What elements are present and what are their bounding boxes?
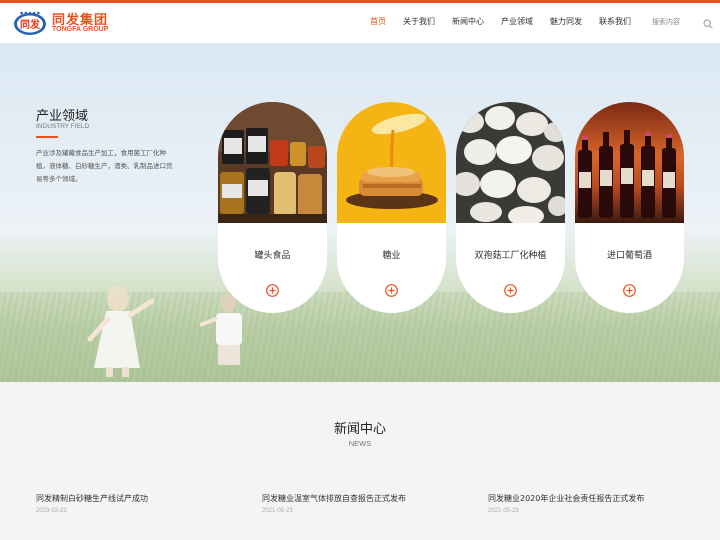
nav-home[interactable]: 首页 bbox=[370, 16, 386, 27]
news-section: 新闻中心 NEWS 同发精制白砂糖生产线试产成功 2023-03-23 同发糖业… bbox=[0, 382, 720, 540]
svg-text:● ● ● ● ●: ● ● ● ● ● bbox=[20, 11, 40, 15]
nav-news[interactable]: 新闻中心 bbox=[452, 16, 484, 27]
logo[interactable]: 同发 ● ● ● ● ● 同发集团 TONGFA GROUP bbox=[12, 9, 122, 39]
honey-pancakes-image bbox=[337, 102, 446, 223]
canned-food-image bbox=[218, 102, 327, 223]
news-item[interactable]: 同发精制白砂糖生产线试产成功 2023-03-23 bbox=[36, 493, 236, 514]
industry-title: 产业领域 bbox=[36, 109, 89, 124]
industry-hero: 产业领域 INDUSTRY FIELD 产业涉及罐藏食品生产加工，食用菌工厂化种… bbox=[0, 43, 720, 382]
nav-charm[interactable]: 魅力同发 bbox=[550, 16, 582, 27]
news-item-title[interactable]: 同发糖业温室气体排放自查报告正式发布 bbox=[262, 493, 462, 504]
news-subtitle: NEWS bbox=[348, 439, 372, 448]
card-label: 罐头食品 bbox=[254, 251, 291, 261]
industry-description: 产业涉及罐藏食品生产加工，食用菌工厂化种植，液体糖、白砂糖生产，酒类、乳制品进口… bbox=[36, 149, 173, 183]
news-item-date: 2023-03-23 bbox=[36, 508, 67, 514]
industry-card-wine[interactable]: 进口葡萄酒 bbox=[575, 102, 684, 313]
nav-industry[interactable]: 产业领域 bbox=[501, 16, 533, 27]
card-label: 双孢菇工厂化种植 bbox=[474, 251, 547, 261]
plus-icon[interactable] bbox=[266, 284, 279, 297]
plus-icon[interactable] bbox=[623, 284, 636, 297]
industry-card-sugar[interactable]: 糖业 bbox=[337, 102, 446, 313]
card-label: 进口葡萄酒 bbox=[606, 251, 652, 261]
nav-about[interactable]: 关于我们 bbox=[403, 16, 435, 27]
news-item-title[interactable]: 同发精制白砂糖生产线试产成功 bbox=[36, 493, 236, 504]
news-item-title[interactable]: 同发糖业2020年企业社会责任报告正式发布 bbox=[488, 493, 688, 504]
main-nav: 首页 关于我们 新闻中心 产业领域 魅力同发 联系我们 bbox=[370, 16, 648, 27]
mushrooms-image bbox=[456, 102, 565, 223]
news-item-date: 2021-05-23 bbox=[262, 508, 293, 514]
site-header: 同发 ● ● ● ● ● 同发集团 TONGFA GROUP 首页 关于我们 新… bbox=[0, 3, 720, 43]
industry-subtitle: INDUSTRY FIELD bbox=[36, 123, 90, 130]
plus-icon[interactable] bbox=[504, 284, 517, 297]
industry-card-canned-food[interactable]: 罐头食品 bbox=[218, 102, 327, 313]
card-label: 糖业 bbox=[382, 251, 401, 261]
title-divider bbox=[36, 136, 58, 138]
search-input[interactable]: 搜索内容 bbox=[652, 17, 680, 27]
plus-icon[interactable] bbox=[385, 284, 398, 297]
news-item[interactable]: 同发糖业2020年企业社会责任报告正式发布 2021-05-23 bbox=[488, 493, 688, 514]
search-icon[interactable] bbox=[703, 19, 713, 29]
news-title: 新闻中心 bbox=[333, 422, 386, 437]
news-item[interactable]: 同发糖业温室气体排放自查报告正式发布 2021-05-23 bbox=[262, 493, 462, 514]
wine-bottles-image bbox=[575, 102, 684, 223]
logo-english-name: TONGFA GROUP bbox=[52, 26, 109, 33]
news-item-date: 2021-05-23 bbox=[488, 508, 519, 514]
logo-badge-text: 同发 bbox=[20, 18, 41, 31]
logo-badge-icon: 同发 ● ● ● ● ● bbox=[14, 11, 46, 35]
industry-card-mushrooms[interactable]: 双孢菇工厂化种植 bbox=[456, 102, 565, 313]
nav-contact[interactable]: 联系我们 bbox=[599, 16, 631, 27]
